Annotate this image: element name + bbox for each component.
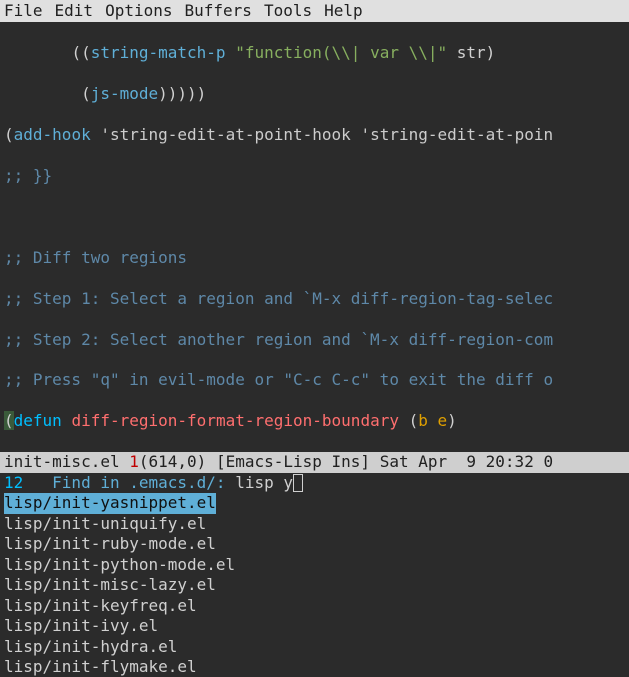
code-line: ;; Diff two regions — [4, 248, 629, 268]
code-line: (js-mode))))) — [4, 84, 629, 104]
cursor — [293, 474, 303, 492]
code-line: ;; Step 1: Select a region and `M-x diff… — [4, 289, 629, 309]
candidate-item-selected[interactable]: lisp/init-yasnippet.el — [4, 493, 216, 513]
minibuffer[interactable]: 12 Find in .emacs.d/: lisp y — [0, 473, 629, 493]
menu-bar: File Edit Options Buffers Tools Help — [0, 0, 629, 22]
menu-tools[interactable]: Tools — [264, 1, 312, 20]
menu-options[interactable]: Options — [105, 1, 172, 20]
code-line: (defun diff-region-format-region-boundar… — [4, 411, 629, 431]
mode-line: init-misc.el 1(614,0) [Emacs-Lisp Ins] S… — [0, 452, 629, 472]
candidate-item[interactable]: lisp/init-python-mode.el — [4, 555, 629, 575]
candidate-item[interactable]: lisp/init-keyfreq.el — [4, 596, 629, 616]
modeline-modified: 1 — [129, 452, 139, 471]
modeline-buffer: init-misc.el — [4, 452, 129, 471]
candidate-count: 12 — [4, 473, 23, 492]
modeline-position: (614,0) [Emacs-Lisp Ins] Sat Apr 9 20:32… — [139, 452, 553, 471]
menu-help[interactable]: Help — [324, 1, 363, 20]
candidate-item[interactable]: lisp/init-flymake.el — [4, 657, 629, 677]
code-line: (add-hook 'string-edit-at-point-hook 'st… — [4, 125, 629, 145]
candidate-item[interactable]: lisp/init-hydra.el — [4, 637, 629, 657]
candidate-item[interactable]: lisp/init-ivy.el — [4, 616, 629, 636]
menu-buffers[interactable]: Buffers — [185, 1, 252, 20]
minibuffer-prompt: Find in .emacs.d/: — [23, 473, 235, 492]
candidate-item[interactable]: lisp/init-ruby-mode.el — [4, 534, 629, 554]
minibuffer-input[interactable]: lisp y — [235, 473, 293, 492]
candidate-list: lisp/init-yasnippet.el lisp/init-uniquif… — [0, 493, 629, 677]
code-line — [4, 207, 629, 227]
code-line: ;; Step 2: Select another region and `M-… — [4, 330, 629, 350]
code-buffer[interactable]: ((string-match-p "function(\\| var \\|" … — [0, 22, 629, 452]
code-line: ((string-match-p "function(\\| var \\|" … — [4, 43, 629, 63]
candidate-item[interactable]: lisp/init-uniquify.el — [4, 514, 629, 534]
candidate-item[interactable]: lisp/init-misc-lazy.el — [4, 575, 629, 595]
menu-file[interactable]: File — [4, 1, 43, 20]
code-line: ;; }} — [4, 166, 629, 186]
code-line: ;; Press "q" in evil-mode or "C-c C-c" t… — [4, 370, 629, 390]
menu-edit[interactable]: Edit — [55, 1, 94, 20]
